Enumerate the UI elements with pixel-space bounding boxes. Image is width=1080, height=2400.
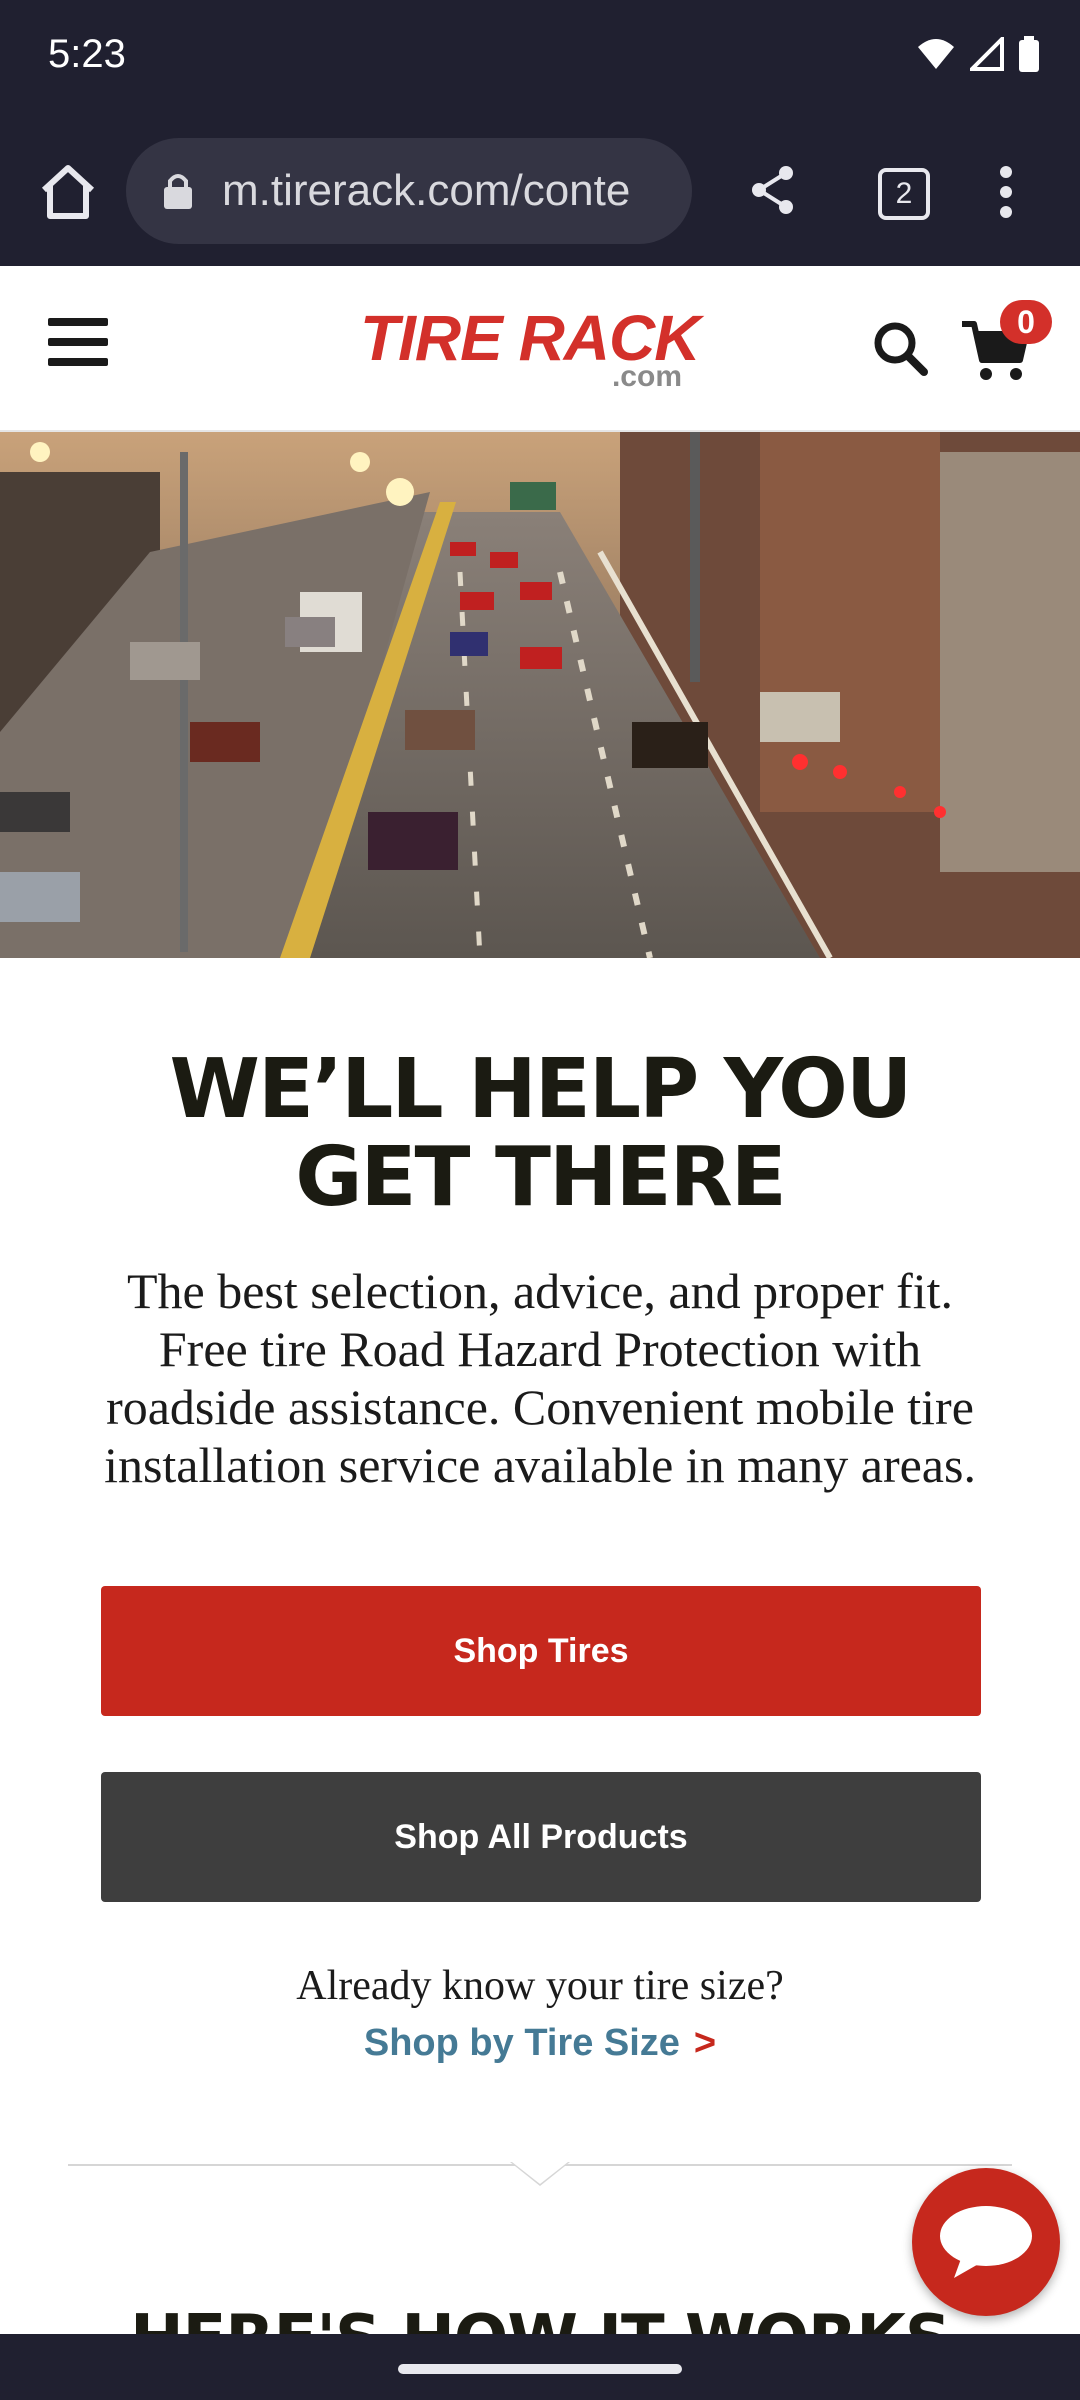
status-time: 5:23 — [48, 32, 126, 76]
chat-button[interactable] — [912, 2168, 1060, 2316]
lock-icon — [164, 174, 192, 209]
signal-icon — [970, 37, 1004, 71]
url-text: m.tirerack.com/conte — [222, 166, 631, 215]
tire-rack-logo[interactable]: TIRE RACK .com — [360, 302, 720, 394]
address-bar[interactable]: m.tirerack.com/conte — [126, 138, 692, 244]
description-line: The best selection, advice, and proper f… — [126, 1263, 954, 1319]
home-icon[interactable] — [36, 160, 100, 224]
tire-size-question: Already know your tire size? — [296, 1963, 784, 2009]
shop-by-tire-size-link[interactable]: Shop by Tire Size > — [0, 2022, 1080, 2065]
chevron-right-icon: > — [693, 2022, 717, 2064]
system-navigation-bar — [0, 2334, 1080, 2400]
title-line-1: WE’LL HELP YOU — [169, 1042, 913, 1137]
status-bar: 5:23 — [0, 0, 1080, 120]
cart-count-badge: 0 — [1000, 300, 1052, 344]
share-icon[interactable] — [750, 164, 796, 216]
description-line: roadside assistance. Convenient mobile t… — [106, 1379, 974, 1435]
more-options-icon[interactable] — [996, 162, 1016, 222]
search-icon[interactable] — [870, 318, 930, 378]
logo-main-text: TIRE RACK — [360, 302, 700, 374]
browser-toolbar: m.tirerack.com/conte 2 — [0, 120, 1080, 266]
status-icons — [916, 36, 1040, 72]
hamburger-menu-icon[interactable] — [48, 318, 108, 368]
description-line: installation service available in many a… — [104, 1437, 976, 1493]
shop-tires-button[interactable]: Shop Tires — [101, 1586, 981, 1716]
tab-switcher-button[interactable]: 2 — [878, 168, 930, 220]
page-title: WE’LL HELP YOU GET THERE — [0, 1046, 1080, 1222]
title-line-2: GET THERE — [295, 1130, 787, 1225]
intro-description: The best selection, advice, and proper f… — [40, 1262, 1040, 1494]
wifi-icon — [918, 39, 954, 69]
home-gesture-pill[interactable] — [398, 2364, 682, 2374]
site-header: TIRE RACK .com 0 — [0, 268, 1080, 432]
shop-all-products-button[interactable]: Shop All Products — [101, 1772, 981, 1902]
battery-icon — [1019, 36, 1039, 72]
description-line: Free tire Road Hazard Protection with — [158, 1321, 922, 1377]
shop-by-tire-size-label: Shop by Tire Size — [363, 2022, 680, 2064]
chat-bubble-icon — [940, 2206, 1032, 2278]
hero-image — [0, 432, 1080, 958]
logo-sub-text: .com — [611, 360, 682, 393]
